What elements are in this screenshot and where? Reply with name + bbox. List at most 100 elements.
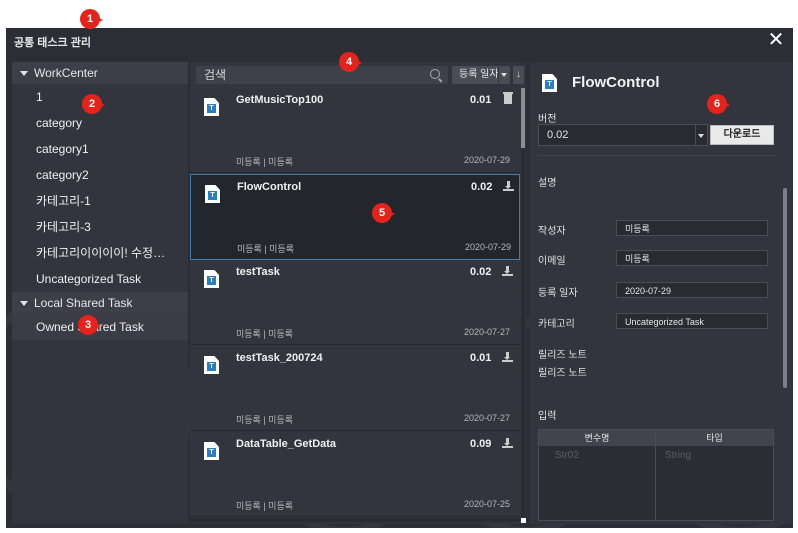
download-button[interactable]: 다운로드 [710,125,774,145]
scroll-corner [521,518,526,523]
category-tree: WorkCenter 1 category category1 category… [12,62,188,524]
tree-item[interactable]: Uncategorized Task [12,266,188,292]
table-cell: Str02 [555,450,579,461]
tree-item[interactable]: 카테고리이이이이! 수정… [12,240,188,266]
download-icon[interactable] [503,181,515,193]
task-list-panel: 등록 일자 ↓ T GetMusicTop100 0.01 미등록 | 미등록 … [190,62,526,524]
table-cell: String [665,450,692,461]
download-icon[interactable] [502,266,514,278]
download-icon[interactable] [502,438,514,450]
tree-group-label: Local Shared Task [34,296,133,310]
caret-down-icon [20,301,28,307]
marker-6: 6 [707,94,730,114]
column-header: 변수명 [584,433,610,443]
task-list-hscrollbar[interactable] [190,518,520,522]
email-label: 이메일 [538,256,566,267]
marker-1: 1 [80,9,103,29]
task-file-icon: T [542,74,557,92]
tree-group-workcenter[interactable]: WorkCenter [12,62,188,84]
task-meta: 미등록 | 미등록 [237,244,295,254]
task-file-icon: T [204,270,219,288]
tree-group-local-shared[interactable]: Local Shared Task [12,292,188,314]
task-name: GetMusicTop100 [236,94,324,106]
date-label: 등록 일자 [538,288,578,299]
task-date: 2020-07-29 [464,155,511,165]
window-title: 공통 태스크 관리 [14,37,91,49]
search-input[interactable] [204,67,424,83]
task-card[interactable]: T testTask_200724 0.01 미등록 | 미등록 2020-07… [190,346,520,431]
search-icon[interactable] [430,69,440,79]
date-field: 2020-07-29 [616,282,768,298]
task-name: FlowControl [237,181,302,193]
author-field: 미등록 [616,220,768,236]
close-icon[interactable]: ✕ [767,30,785,50]
task-meta: 미등록 | 미등록 [236,501,294,511]
sort-select[interactable]: 등록 일자 [452,66,510,84]
task-version: 0.09 [470,438,492,450]
sort-direction-button[interactable]: ↓ [513,66,524,84]
column-header: 타입 [706,433,723,443]
task-card[interactable]: T GetMusicTop100 0.01 미등록 | 미등록 2020-07-… [190,88,520,173]
version-select[interactable]: 0.02 [538,124,708,146]
input-table-header: 변수명 타입 [539,430,773,446]
sort-select-value: 등록 일자 [459,69,499,80]
task-card[interactable]: T testTask 0.02 미등록 | 미등록 2020-07-27 [190,260,520,345]
task-file-icon: T [204,98,219,116]
divider [695,125,696,145]
tree-group-label: WorkCenter [34,66,98,80]
release-note-label: 릴리즈 노트 [538,368,587,379]
task-card-selected[interactable]: T FlowControl 0.02 미등록 | 미등록 2020-07-29 [190,174,520,260]
marker-4: 4 [339,52,362,72]
detail-title: FlowControl [572,74,660,91]
task-name: DataTable_GetData [236,438,337,450]
task-meta: 미등록 | 미등록 [236,157,294,167]
task-name: testTask_200724 [236,352,323,364]
task-date: 2020-07-29 [465,242,512,252]
task-date: 2020-07-27 [464,413,511,423]
task-manager-window: 공통 태스크 관리 ✕ WorkCenter 1 category catego… [6,28,793,528]
version-label: 버전 [538,114,557,125]
marker-5: 5 [372,203,395,223]
task-detail-panel: T FlowControl 버전 0.02 다운로드 설명 작성자 미등록 이메… [530,62,793,524]
tree-item[interactable]: category [12,110,188,136]
divider [655,430,656,520]
email-field: 미등록 [616,250,768,266]
author-label: 작성자 [538,226,566,237]
download-icon[interactable] [502,352,514,364]
task-name: testTask [236,266,280,278]
task-card[interactable]: T DataTable_GetData 0.09 미등록 | 미등록 2020-… [190,432,520,517]
input-table: 변수명 타입 Str02 String [538,429,774,521]
release-note-label: 릴리즈 노트 [538,350,587,361]
caret-down-icon [20,71,28,77]
trash-icon[interactable] [502,92,514,106]
task-meta: 미등록 | 미등록 [236,415,294,425]
task-date: 2020-07-27 [464,327,511,337]
task-version: 0.02 [471,181,493,193]
category-field: Uncategorized Task [616,313,768,329]
tree-item[interactable]: category2 [12,162,188,188]
task-file-icon: T [205,185,220,203]
task-version: 0.01 [470,352,492,364]
divider [538,155,778,156]
chevron-down-icon [501,73,507,77]
task-version: 0.01 [470,94,492,106]
detail-scrollbar[interactable] [783,188,787,388]
category-label: 카테고리 [538,319,575,330]
tree-item[interactable]: category1 [12,136,188,162]
task-version: 0.02 [470,266,492,278]
task-file-icon: T [204,442,219,460]
description-label: 설명 [538,178,557,189]
task-file-icon: T [204,356,219,374]
task-list-scrollbar[interactable] [521,88,525,518]
marker-3: 3 [78,315,101,335]
title-bar: 공통 태스크 관리 ✕ [6,28,793,54]
divider [498,67,499,83]
scrollbar-thumb[interactable] [521,88,525,148]
tree-item[interactable]: 카테고리-1 [12,188,188,214]
input-label: 입력 [538,411,557,422]
search-box [196,66,448,84]
task-date: 2020-07-25 [464,499,511,509]
chevron-down-icon [698,134,704,138]
version-select-value: 0.02 [547,129,569,141]
tree-item[interactable]: 카테고리-3 [12,214,188,240]
